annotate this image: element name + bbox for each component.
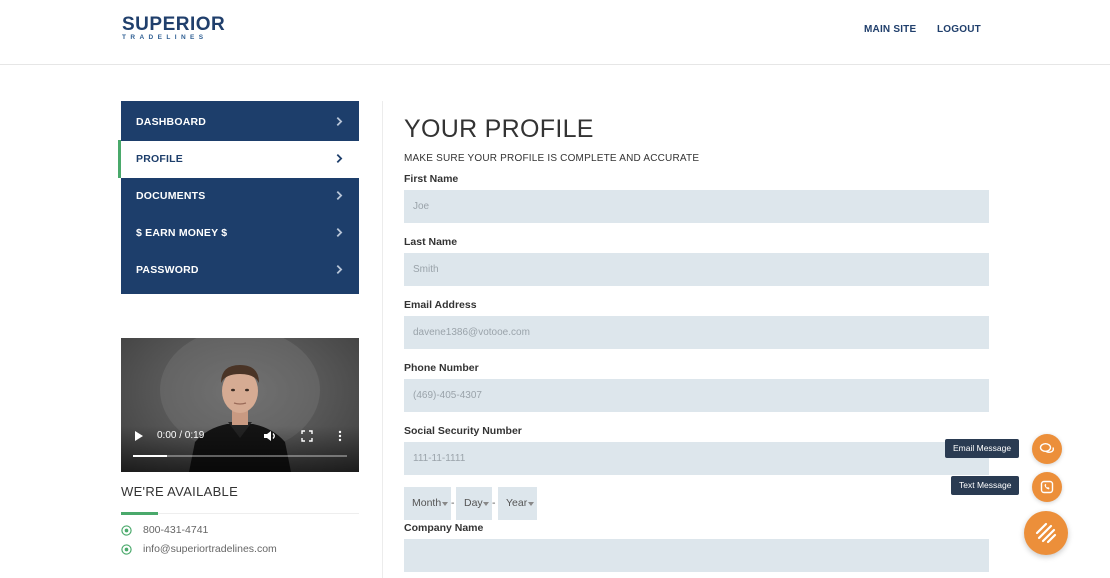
plus-circle-icon (121, 525, 132, 536)
text-message-button[interactable] (1032, 472, 1062, 502)
sidebar-item-profile[interactable]: PROFILE (121, 141, 359, 178)
ssn-input[interactable]: 111-11-1111 (404, 442, 989, 475)
nav-main-site-link[interactable]: MAIN SITE (864, 24, 916, 35)
video-time: 0:00 / 0:19 (157, 430, 205, 441)
chat-bubbles-icon (1039, 442, 1055, 453)
sidebar-item-documents[interactable]: DOCUMENTS (121, 178, 359, 215)
sidebar-item-dashboard[interactable]: DASHBOARD (121, 104, 359, 141)
video-progress-bar[interactable] (133, 455, 347, 457)
first-name-input[interactable]: Joe (404, 190, 989, 223)
dob-year-value: Year (506, 497, 528, 509)
top-header: SUPERIOR TRADELINES MAIN SITE LOGOUT (0, 0, 1110, 65)
dob-separator: - (451, 497, 455, 509)
chevron-down-icon (483, 502, 489, 506)
email-message-tooltip[interactable]: Email Message (945, 439, 1020, 458)
last-name-label: Last Name (404, 236, 458, 248)
column-divider (382, 101, 383, 578)
logo[interactable]: SUPERIOR TRADELINES (122, 15, 225, 42)
plus-circle-icon (121, 544, 132, 555)
availability-underline (121, 512, 158, 515)
active-indicator (118, 140, 121, 178)
stripes-icon (1035, 522, 1057, 544)
chevron-right-icon (336, 154, 343, 163)
sidebar-item-earn-money[interactable]: $ EARN MONEY $ (121, 215, 359, 252)
phone-icon (1040, 480, 1054, 494)
sidebar-item-label: PROFILE (136, 153, 183, 165)
page-title: YOUR PROFILE (404, 115, 594, 143)
chevron-down-icon (442, 502, 448, 506)
video-player[interactable]: 0:00 / 0:19 (121, 338, 359, 472)
fullscreen-icon[interactable] (301, 430, 313, 442)
sidebar-item-label: $ EARN MONEY $ (136, 227, 228, 239)
phone-input[interactable]: (469)-405-4307 (404, 379, 989, 412)
sidebar-item-label: DOCUMENTS (136, 190, 206, 202)
chevron-right-icon (336, 191, 343, 200)
video-progress-fill (133, 455, 168, 457)
logo-tagline: TRADELINES (122, 34, 208, 41)
sidebar-item-password[interactable]: PASSWORD (121, 252, 359, 289)
chevron-right-icon (336, 117, 343, 126)
dob-month-value: Month (412, 497, 442, 509)
email-message-button[interactable] (1032, 434, 1062, 464)
dob-day-select[interactable]: Day (456, 487, 492, 520)
availability-divider (158, 513, 359, 514)
contact-email-text: info@superiortradelines.com (143, 543, 277, 555)
contact-phone-text: 800-431-4741 (143, 524, 209, 536)
dob-year-select[interactable]: Year (498, 487, 537, 520)
logo-wordmark: SUPERIOR (122, 14, 226, 35)
sidebar-item-label: PASSWORD (136, 264, 199, 276)
email-label: Email Address (404, 299, 477, 311)
dob-day-value: Day (464, 497, 483, 509)
dob-separator: - (492, 497, 496, 509)
last-name-input[interactable]: Smith (404, 253, 989, 286)
volume-icon[interactable] (263, 430, 277, 442)
chevron-down-icon (528, 502, 534, 506)
chevron-right-icon (336, 228, 343, 237)
availability-heading: WE'RE AVAILABLE (121, 484, 239, 499)
dob-month-select[interactable]: Month (404, 487, 451, 520)
email-input[interactable]: davene1386@votooe.com (404, 316, 989, 349)
contact-widget-toggle[interactable] (1024, 511, 1068, 555)
sidebar-item-label: DASHBOARD (136, 116, 207, 128)
company-name-label: Company Name (404, 522, 484, 534)
chevron-right-icon (336, 265, 343, 274)
page-subtitle: MAKE SURE YOUR PROFILE IS COMPLETE AND A… (404, 153, 700, 164)
sidebar-nav: DASHBOARD PROFILE DOCUMENTS $ EARN MONEY… (121, 101, 359, 294)
play-icon[interactable] (133, 430, 145, 442)
phone-label: Phone Number (404, 362, 479, 374)
nav-logout-link[interactable]: LOGOUT (937, 24, 981, 35)
first-name-label: First Name (404, 173, 459, 185)
more-options-icon[interactable] (337, 430, 343, 442)
ssn-label: Social Security Number (404, 425, 522, 437)
company-name-input[interactable] (404, 539, 989, 572)
text-message-tooltip[interactable]: Text Message (951, 476, 1020, 495)
